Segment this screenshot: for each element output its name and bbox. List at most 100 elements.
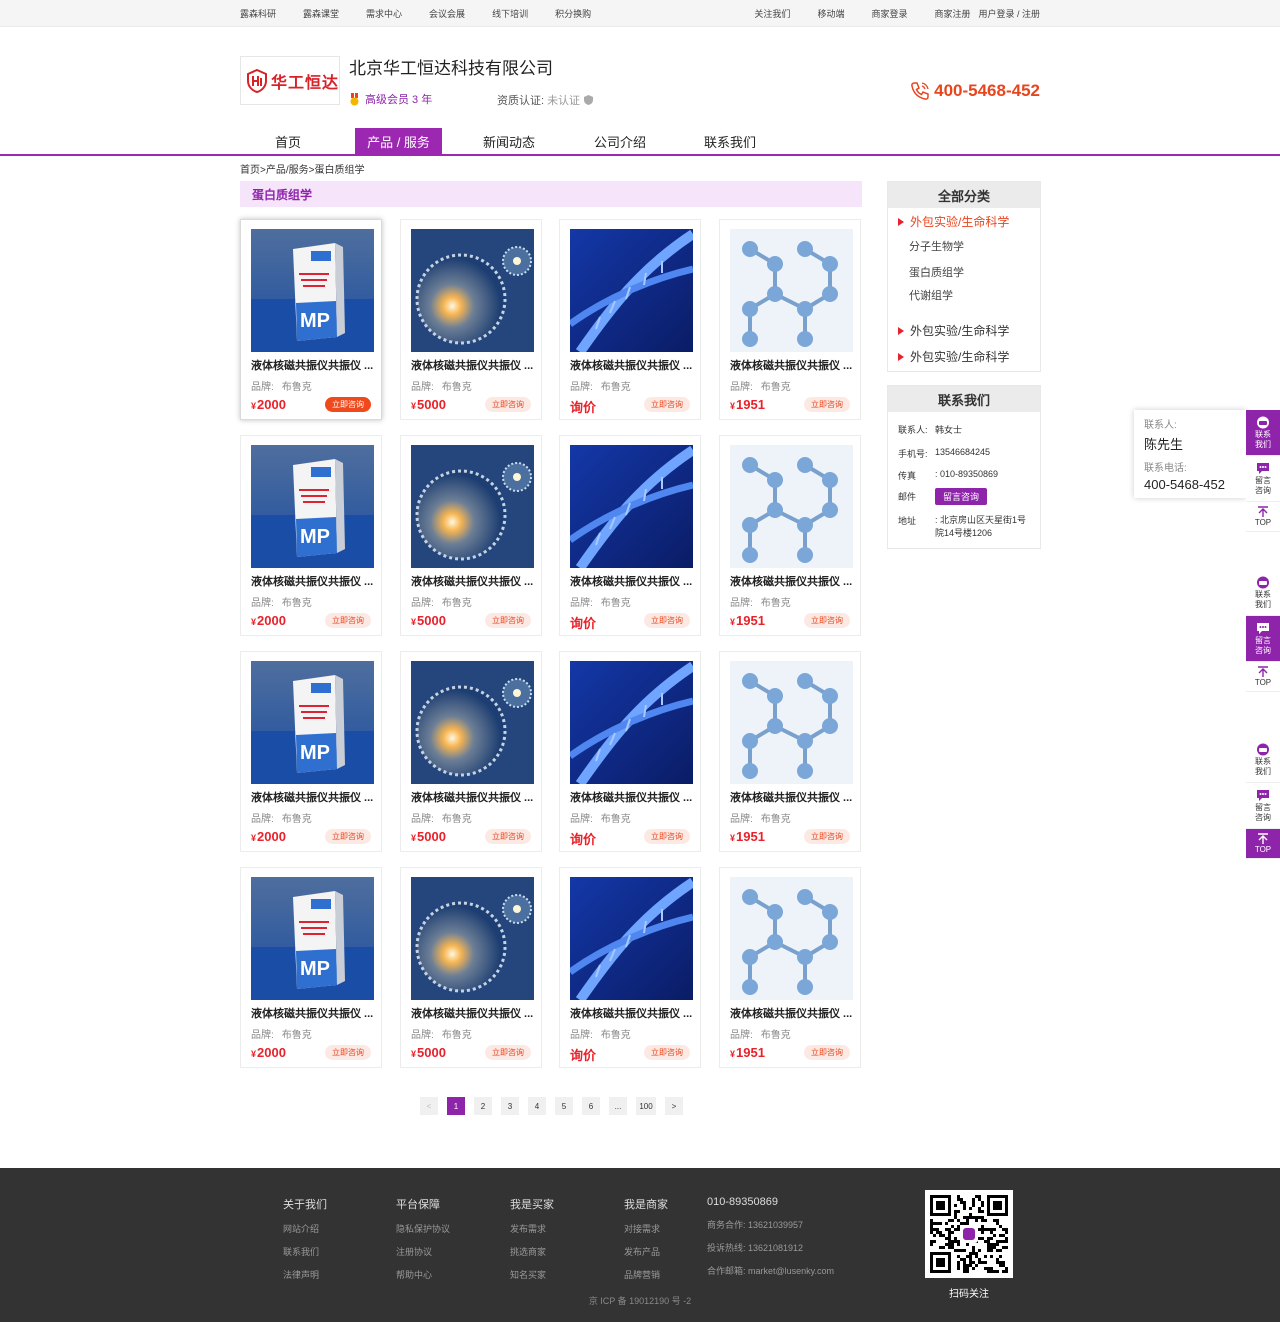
product-name[interactable]: 液体核磁共振仪共振仪 ... [570, 357, 696, 373]
footer-link[interactable]: 知名买家 [510, 1268, 554, 1280]
product-name[interactable]: 液体核磁共振仪共振仪 ... [411, 357, 537, 373]
page-button[interactable]: 6 [582, 1097, 600, 1115]
inquire-button[interactable]: 立即咨询 [804, 397, 850, 412]
user-login-link[interactable]: 用户登录 / 注册 [978, 7, 1040, 20]
product-card[interactable]: 液体核磁共振仪共振仪 ... 品牌: 布鲁克 询价 立即咨询 [559, 219, 701, 420]
top-link[interactable]: 露森课堂 [303, 7, 339, 20]
product-name[interactable]: 液体核磁共振仪共振仪 ... [570, 789, 696, 805]
page-button[interactable]: 3 [501, 1097, 519, 1115]
product-name[interactable]: 液体核磁共振仪共振仪 ... [251, 573, 377, 589]
product-image[interactable]: MP [251, 229, 374, 352]
product-card[interactable]: 液体核磁共振仪共振仪 ... 品牌: 布鲁克 ¥5000 立即咨询 [400, 651, 542, 852]
contact-us-button[interactable]: 联系我们 [1246, 737, 1280, 783]
product-name[interactable]: 液体核磁共振仪共振仪 ... [730, 1005, 856, 1021]
product-image[interactable] [570, 229, 693, 352]
mobile-link[interactable]: 移动端 [817, 7, 844, 20]
inquire-button[interactable]: 立即咨询 [485, 613, 531, 628]
product-card[interactable]: 液体核磁共振仪共振仪 ... 品牌: 布鲁克 ¥1951 立即咨询 [719, 219, 861, 420]
message-button[interactable]: 留言咨询 [935, 488, 988, 505]
inquire-button[interactable]: 立即咨询 [804, 1045, 850, 1060]
footer-link[interactable]: 挑选商家 [510, 1245, 554, 1257]
product-card[interactable]: MP 液体核磁共振仪共振仪 ... 品牌: 布鲁克 ¥2000 立即咨询 [240, 435, 382, 636]
product-name[interactable]: 液体核磁共振仪共振仪 ... [411, 789, 537, 805]
product-image[interactable] [411, 445, 534, 568]
product-image[interactable] [730, 229, 853, 352]
inquire-button[interactable]: 立即咨询 [644, 1045, 690, 1060]
product-name[interactable]: 液体核磁共振仪共振仪 ... [251, 357, 377, 373]
product-name[interactable]: 液体核磁共振仪共振仪 ... [730, 789, 856, 805]
footer-link[interactable]: 法律声明 [283, 1268, 327, 1280]
subcategory-item[interactable]: 代谢组学 [909, 287, 953, 303]
product-image[interactable]: MP [251, 877, 374, 1000]
product-name[interactable]: 液体核磁共振仪共振仪 ... [570, 573, 696, 589]
product-name[interactable]: 液体核磁共振仪共振仪 ... [570, 1005, 696, 1021]
footer-link[interactable]: 联系我们 [283, 1245, 327, 1257]
product-image[interactable]: MP [251, 445, 374, 568]
product-card[interactable]: 液体核磁共振仪共振仪 ... 品牌: 布鲁克 ¥5000 立即咨询 [400, 435, 542, 636]
nav-home[interactable]: 首页 [240, 128, 336, 155]
footer-link[interactable]: 发布需求 [510, 1222, 554, 1234]
category-item[interactable]: 外包实验/生命科学 [898, 213, 1009, 230]
page-button[interactable]: 1 [447, 1097, 465, 1115]
product-name[interactable]: 液体核磁共振仪共振仪 ... [251, 789, 377, 805]
back-to-top-button[interactable]: TOP [1246, 662, 1280, 692]
page-button[interactable]: 4 [528, 1097, 546, 1115]
product-card[interactable]: 液体核磁共振仪共振仪 ... 品牌: 布鲁克 ¥1951 立即咨询 [719, 867, 861, 1068]
company-logo[interactable]: 华工恒达 [240, 56, 340, 105]
subcategory-item[interactable]: 蛋白质组学 [909, 264, 964, 280]
subcategory-item[interactable]: 分子生物学 [909, 238, 964, 254]
footer-link[interactable]: 品牌营销 [624, 1268, 668, 1280]
category-item[interactable]: 外包实验/生命科学 [898, 348, 1009, 365]
message-button[interactable]: 留言咨询 [1246, 616, 1280, 662]
message-button[interactable]: 留言咨询 [1246, 456, 1280, 502]
product-card[interactable]: 液体核磁共振仪共振仪 ... 品牌: 布鲁克 ¥1951 立即咨询 [719, 435, 861, 636]
top-link[interactable]: 露森科研 [240, 7, 276, 20]
inquire-button[interactable]: 立即咨询 [644, 613, 690, 628]
inquire-button[interactable]: 立即咨询 [325, 613, 371, 628]
product-name[interactable]: 液体核磁共振仪共振仪 ... [251, 1005, 377, 1021]
inquire-button[interactable]: 立即咨询 [485, 1045, 531, 1060]
product-card[interactable]: 液体核磁共振仪共振仪 ... 品牌: 布鲁克 ¥1951 立即咨询 [719, 651, 861, 852]
top-link[interactable]: 会议会展 [429, 7, 465, 20]
product-name[interactable]: 液体核磁共振仪共振仪 ... [730, 573, 856, 589]
inquire-button[interactable]: 立即咨询 [325, 829, 371, 844]
product-card[interactable]: MP 液体核磁共振仪共振仪 ... 品牌: 布鲁克 ¥2000 立即咨询 [240, 867, 382, 1068]
contact-us-button[interactable]: 联系我们 [1246, 410, 1280, 456]
product-image[interactable]: MP [251, 661, 374, 784]
product-card[interactable]: 液体核磁共振仪共振仪 ... 品牌: 布鲁克 ¥5000 立即咨询 [400, 219, 542, 420]
prev-page-button[interactable]: < [420, 1097, 438, 1115]
product-card[interactable]: 液体核磁共振仪共振仪 ... 品牌: 布鲁克 询价 立即咨询 [559, 435, 701, 636]
nav-products[interactable]: 产品 / 服务 [355, 128, 442, 155]
message-button[interactable]: 留言咨询 [1246, 783, 1280, 829]
nav-about[interactable]: 公司介绍 [575, 128, 665, 155]
product-image[interactable] [730, 661, 853, 784]
footer-link[interactable]: 网站介绍 [283, 1222, 327, 1234]
footer-link[interactable]: 注册协议 [396, 1245, 450, 1257]
inquire-button[interactable]: 立即咨询 [644, 829, 690, 844]
product-image[interactable] [411, 661, 534, 784]
inquire-button[interactable]: 立即咨询 [804, 829, 850, 844]
back-to-top-button[interactable]: TOP [1246, 502, 1280, 532]
contact-us-button[interactable]: 联系我们 [1246, 570, 1280, 616]
back-to-top-button[interactable]: TOP [1246, 829, 1280, 859]
top-link[interactable]: 需求中心 [366, 7, 402, 20]
page-button[interactable]: 5 [555, 1097, 573, 1115]
product-card[interactable]: MP 液体核磁共振仪共振仪 ... 品牌: 布鲁克 ¥2000 立即咨询 [240, 219, 382, 420]
merchant-register-link[interactable]: 商家注册 [934, 7, 970, 20]
product-card[interactable]: 液体核磁共振仪共振仪 ... 品牌: 布鲁克 ¥5000 立即咨询 [400, 867, 542, 1068]
product-name[interactable]: 液体核磁共振仪共振仪 ... [730, 357, 856, 373]
inquire-button[interactable]: 立即咨询 [485, 829, 531, 844]
category-item[interactable]: 外包实验/生命科学 [898, 322, 1009, 339]
product-image[interactable] [570, 877, 693, 1000]
top-link[interactable]: 积分换购 [555, 7, 591, 20]
product-image[interactable] [411, 877, 534, 1000]
footer-link[interactable]: 隐私保护协议 [396, 1222, 450, 1234]
inquire-button[interactable]: 立即咨询 [644, 397, 690, 412]
breadcrumb[interactable]: 首页>产品/服务>蛋白质组学 [240, 161, 364, 176]
footer-link[interactable]: 发布产品 [624, 1245, 668, 1257]
product-card[interactable]: 液体核磁共振仪共振仪 ... 品牌: 布鲁克 询价 立即咨询 [559, 651, 701, 852]
inquire-button[interactable]: 立即咨询 [485, 397, 531, 412]
product-name[interactable]: 液体核磁共振仪共振仪 ... [411, 1005, 537, 1021]
inquire-button[interactable]: 立即咨询 [804, 613, 850, 628]
inquire-button[interactable]: 立即咨询 [325, 397, 371, 412]
